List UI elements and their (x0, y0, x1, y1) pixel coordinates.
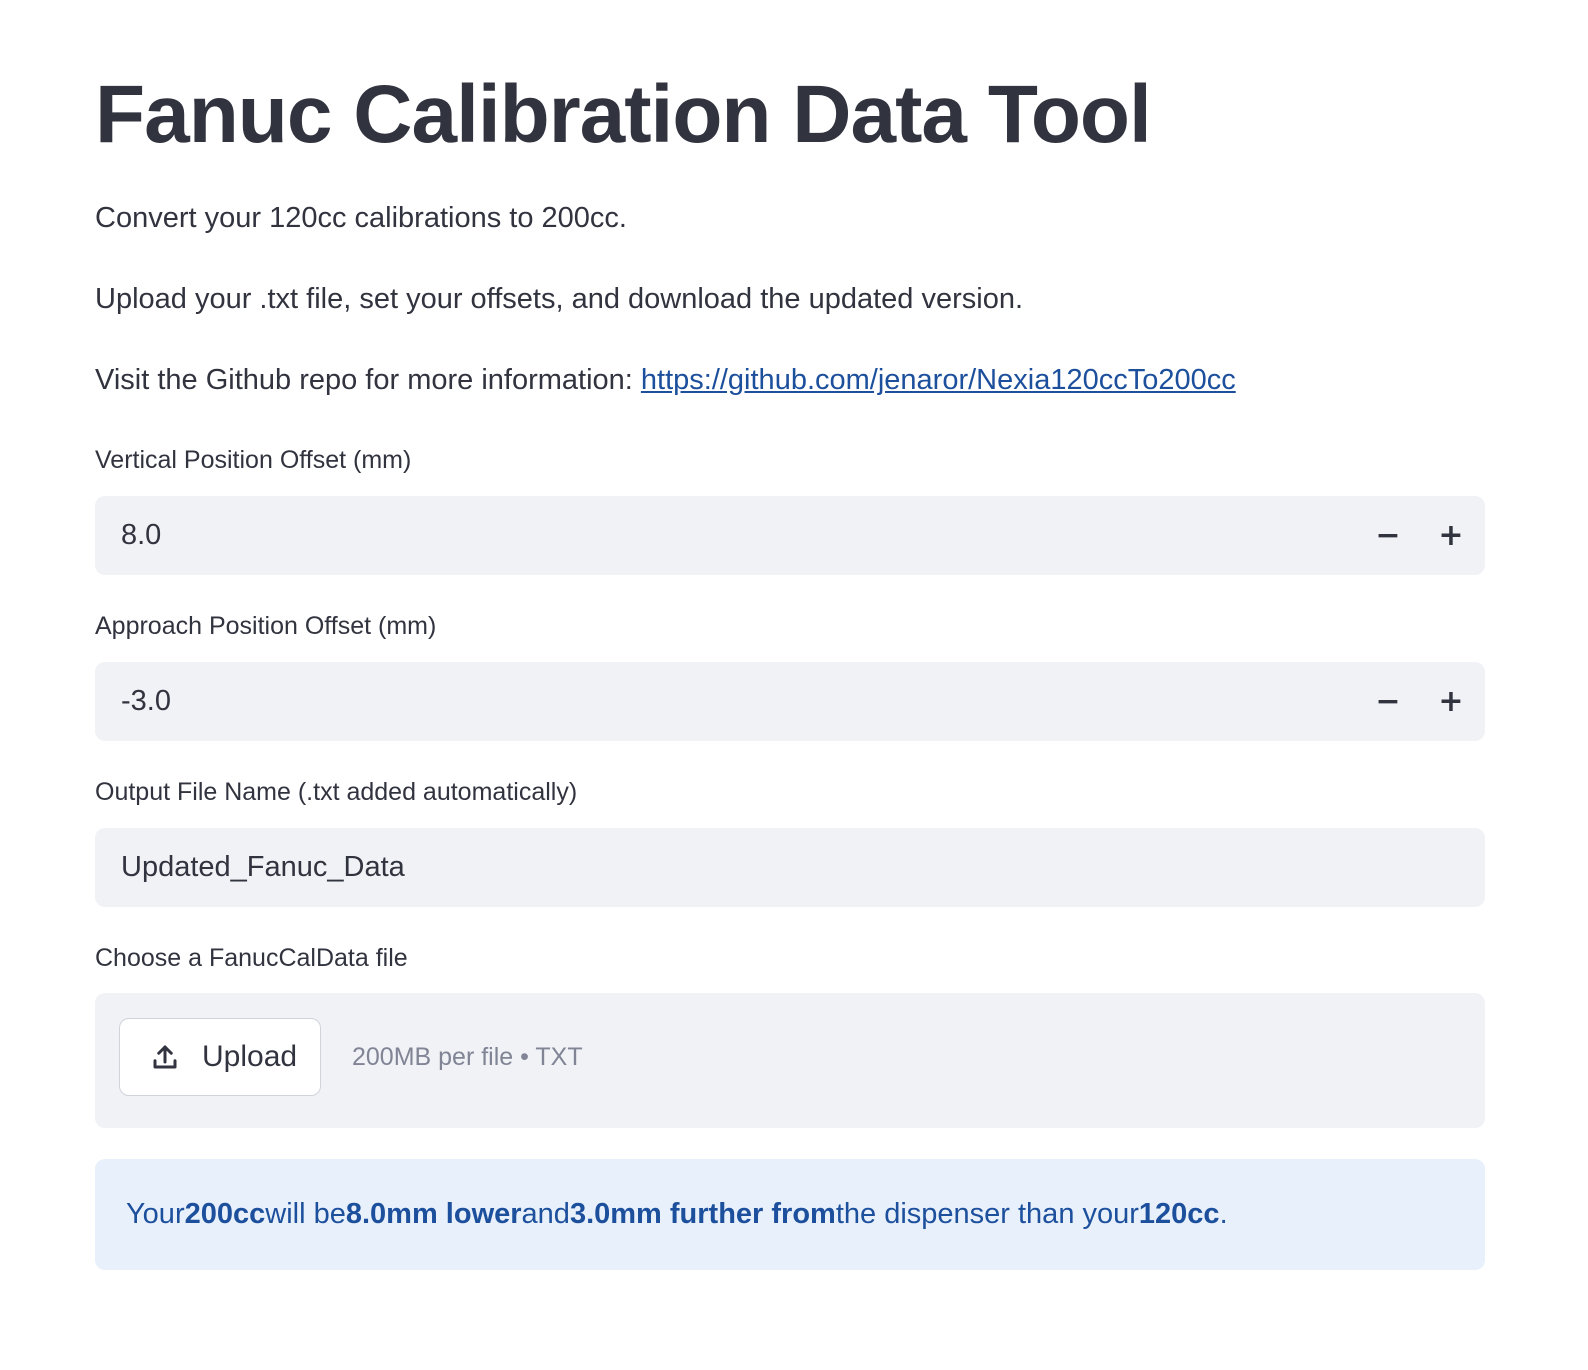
upload-button-label: Upload (202, 1040, 298, 1073)
approach-offset-input[interactable] (95, 662, 1295, 741)
info-text-4: the dispenser than your (835, 1198, 1139, 1230)
vertical-offset-field: − + (95, 496, 1485, 575)
repo-prefix-text: Visit the Github repo for more informati… (95, 364, 641, 396)
vertical-offset-increment-button[interactable]: + (1423, 508, 1479, 564)
approach-offset-increment-button[interactable]: + (1423, 674, 1479, 730)
info-bold-approach: 3.0mm further from (569, 1198, 836, 1230)
vertical-offset-decrement-button[interactable]: − (1360, 508, 1416, 564)
output-file-input[interactable] (95, 828, 1485, 907)
page-title: Fanuc Calibration Data Tool (95, 69, 1152, 160)
upload-button[interactable]: Upload (119, 1018, 321, 1096)
upload-limit-hint: 200MB per file • TXT (352, 1043, 583, 1071)
upload-icon (153, 1045, 177, 1069)
info-text-3: and (521, 1198, 570, 1230)
intro-text-convert: Convert your 120cc calibrations to 200cc… (95, 202, 627, 234)
github-repo-link[interactable]: https://github.com/jenaror/Nexia120ccTo2… (641, 364, 1236, 396)
file-upload-label: Choose a FanucCalData file (95, 944, 408, 972)
offset-info-alert: Your ​200cc will be 8.0mm lower and 3.0m… (95, 1159, 1485, 1270)
approach-offset-decrement-button[interactable]: − (1360, 674, 1416, 730)
vertical-offset-input[interactable] (95, 496, 1295, 575)
vertical-offset-label: Vertical Position Offset (mm) (95, 446, 412, 474)
output-file-field (95, 828, 1485, 907)
intro-text-upload: Upload your .txt file, set your offsets,… (95, 283, 1024, 315)
file-dropzone[interactable]: Upload 200MB per file • TXT (95, 993, 1485, 1128)
info-text-2: will be (265, 1198, 346, 1230)
output-file-label: Output File Name (.txt added automatical… (95, 778, 578, 806)
approach-offset-label: Approach Position Offset (mm) (95, 612, 437, 640)
info-bold-120cc: 120cc (1138, 1198, 1220, 1230)
approach-offset-field: − + (95, 662, 1485, 741)
info-text-5: . (1219, 1198, 1228, 1230)
info-bold-200cc: 200cc (184, 1198, 266, 1230)
info-text-1: Your (126, 1198, 185, 1230)
repo-paragraph: Visit the Github repo for more informati… (95, 362, 1236, 400)
info-bold-vertical: 8.0mm lower (345, 1198, 522, 1230)
